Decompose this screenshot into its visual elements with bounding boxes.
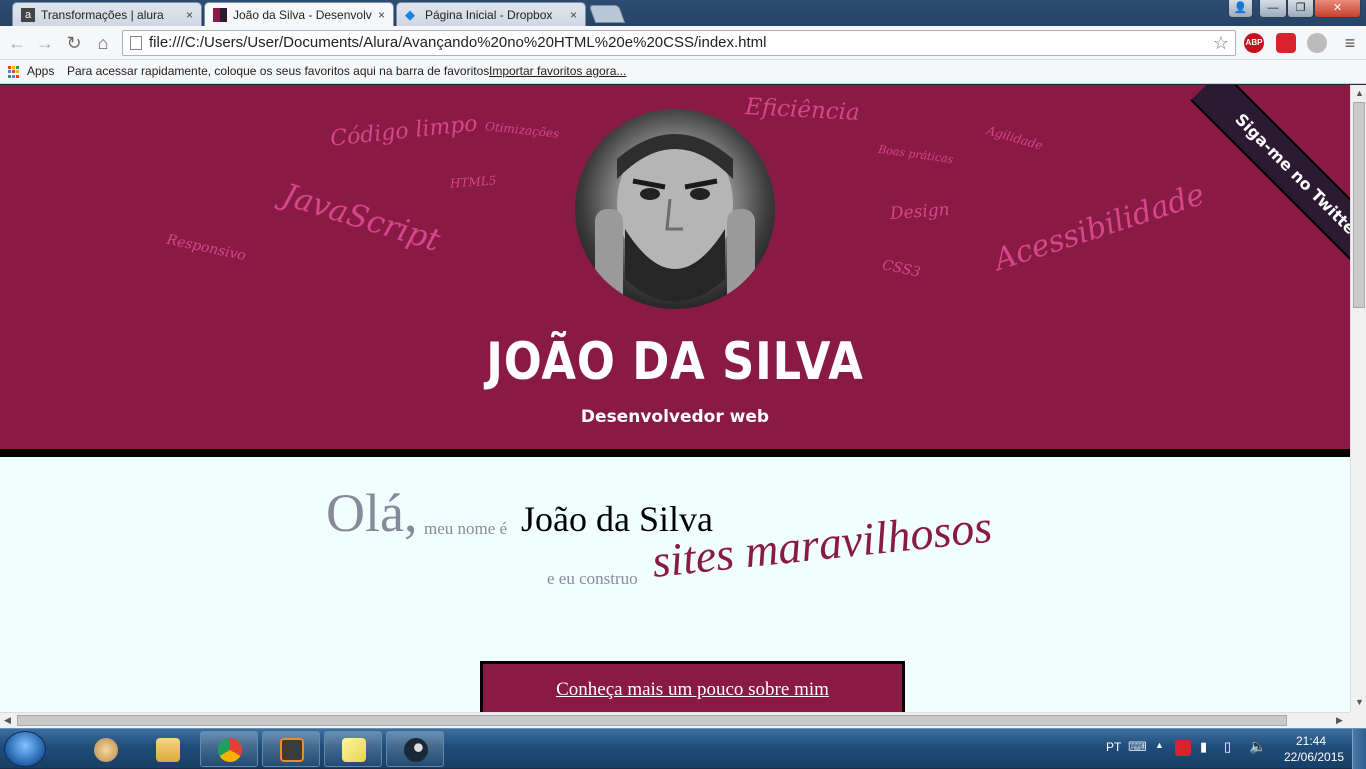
tab-label: João da Silva - Desenvolvedor web	[233, 7, 372, 22]
greeting-construo: e eu construo	[547, 569, 638, 588]
minimize-button[interactable]: —	[1259, 0, 1287, 18]
tab-label: Transformações | alura	[41, 7, 164, 22]
scrollbar-corner	[1350, 712, 1366, 728]
close-icon[interactable]: ×	[378, 8, 385, 22]
taskbar-app-avatar[interactable]	[76, 731, 134, 767]
download-icon[interactable]	[1307, 33, 1327, 53]
clock-date[interactable]: 22/06/2015	[1284, 750, 1344, 764]
taskbar-app-sublime[interactable]	[262, 731, 320, 767]
adblock-icon[interactable]: ABP	[1244, 33, 1264, 53]
site-icon	[213, 7, 227, 22]
import-bookmarks-link[interactable]: Importar favoritos agora...	[489, 64, 626, 78]
reload-icon[interactable]: ↻	[62, 31, 86, 55]
bookmarks-hint: Para acessar rapidamente, coloque os seu…	[67, 64, 493, 78]
chrome-icon	[218, 738, 242, 762]
taskbar-app-chrome[interactable]	[200, 731, 258, 767]
dropbox-icon: ◆	[405, 6, 415, 22]
user-icon[interactable]: 👤	[1228, 0, 1253, 18]
sticky-notes-icon	[342, 738, 366, 762]
tray-expand-icon[interactable]: ▲	[1155, 740, 1164, 750]
folder-icon	[156, 738, 180, 762]
apps-link[interactable]: Apps	[27, 64, 54, 78]
power-icon[interactable]: ▯	[1224, 739, 1231, 755]
tab-joao-da-silva[interactable]: João da Silva - Desenvolvedor web ×	[204, 2, 394, 26]
about-me-link[interactable]: Conheça mais um pouco sobre mim	[556, 679, 829, 700]
twitter-ribbon[interactable]: Siga-me no Twitter	[1190, 85, 1350, 285]
network-icon[interactable]: ▮	[1200, 739, 1207, 755]
steam-icon	[404, 738, 428, 762]
greeting-meu-nome: meu nome é	[424, 519, 508, 538]
windows-taskbar: PT ⌨ ▲ ▮ ▯ 🔈 21:44 22/06/2015	[0, 728, 1366, 769]
url-text: file:///C:/Users/User/Documents/Alura/Av…	[149, 34, 767, 51]
hero-header: Código limpo Otimizações Eficiência Boas…	[0, 85, 1350, 457]
home-icon[interactable]: ⌂	[91, 31, 115, 55]
vertical-scrollbar[interactable]: ▲ ▼	[1350, 85, 1366, 712]
browser-toolbar: ← → ↻ ⌂ file:///C:/Users/User/Documents/…	[0, 26, 1366, 60]
address-bar[interactable]: file:///C:/Users/User/Documents/Alura/Av…	[122, 30, 1236, 56]
acrobat-icon[interactable]	[1276, 33, 1296, 53]
start-button[interactable]	[4, 731, 46, 767]
horizontal-scrollbar[interactable]: ◀ ▶	[0, 712, 1350, 728]
taskbar-app-explorer[interactable]	[138, 731, 196, 767]
greeting-ola: Olá,	[326, 483, 418, 543]
clock-time[interactable]: 21:44	[1296, 734, 1326, 748]
scroll-down-icon[interactable]: ▼	[1355, 697, 1364, 707]
tab-label: Página Inicial - Dropbox	[425, 7, 553, 22]
show-desktop-button[interactable]	[1352, 729, 1366, 769]
sublime-text-icon	[280, 738, 304, 762]
close-icon[interactable]: ×	[570, 8, 577, 22]
avatar-app-icon	[94, 738, 118, 762]
page-icon	[130, 36, 142, 50]
close-icon[interactable]: ×	[186, 8, 193, 22]
alura-icon: a	[21, 7, 35, 22]
scroll-right-icon[interactable]: ▶	[1336, 715, 1343, 726]
keyboard-icon[interactable]: ⌨	[1128, 739, 1147, 755]
page-viewport: Código limpo Otimizações Eficiência Boas…	[0, 85, 1350, 712]
tab-alura[interactable]: a Transformações | alura ×	[12, 2, 202, 26]
close-window-button[interactable]: ✕	[1314, 0, 1361, 18]
tab-dropbox[interactable]: ◆ Página Inicial - Dropbox ×	[396, 2, 586, 26]
maximize-button[interactable]: ❐	[1287, 0, 1314, 18]
taskbar-app-steam[interactable]	[386, 731, 444, 767]
apps-icon[interactable]	[8, 66, 20, 78]
acrobat-tray-icon[interactable]	[1175, 740, 1191, 756]
menu-icon[interactable]: ≡	[1338, 31, 1362, 55]
ribbon-container: Siga-me no Twitter	[0, 85, 1350, 449]
browser-titlebar: a Transformações | alura × João da Silva…	[0, 0, 1366, 26]
scroll-left-icon[interactable]: ◀	[4, 715, 11, 726]
forward-icon[interactable]: →	[33, 31, 57, 55]
taskbar-app-sticky-notes[interactable]	[324, 731, 382, 767]
new-tab-button[interactable]	[588, 5, 626, 23]
volume-icon[interactable]: 🔈	[1249, 738, 1266, 755]
vertical-scroll-thumb[interactable]	[1353, 102, 1365, 308]
bookmarks-bar: Apps Para acessar rapidamente, coloque o…	[0, 60, 1366, 84]
language-indicator[interactable]: PT	[1106, 740, 1121, 754]
star-icon[interactable]: ☆	[1213, 31, 1229, 55]
horizontal-scroll-thumb[interactable]	[17, 715, 1287, 726]
back-icon[interactable]: ←	[5, 31, 29, 55]
about-me-button[interactable]: Conheça mais um pouco sobre mim	[480, 661, 905, 712]
scroll-up-icon[interactable]: ▲	[1355, 88, 1364, 98]
